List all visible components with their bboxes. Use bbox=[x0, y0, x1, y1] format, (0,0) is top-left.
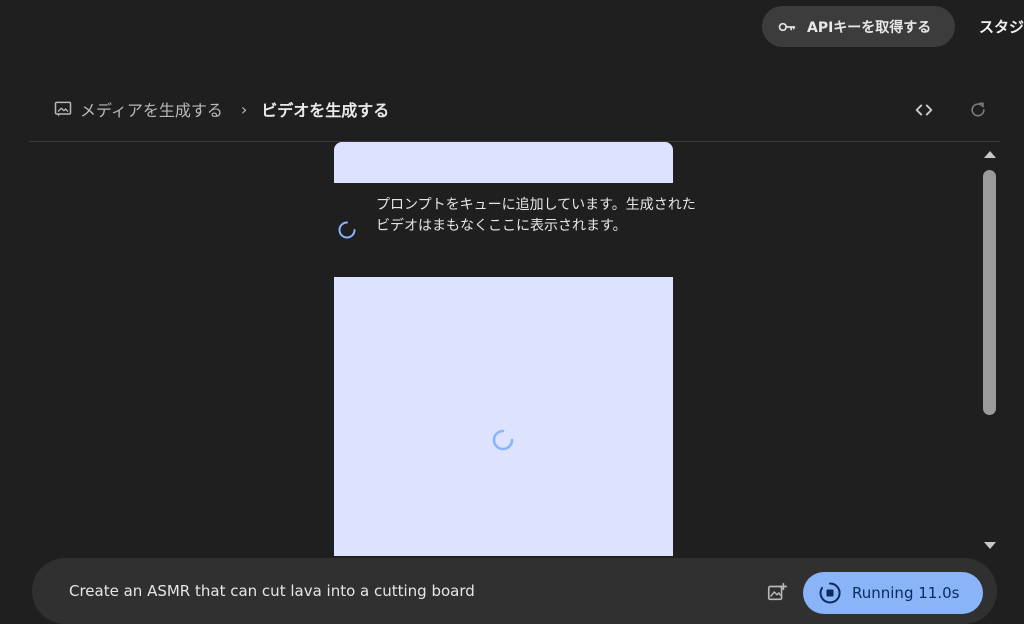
breadcrumb-parent-link[interactable]: メディアを生成する bbox=[80, 97, 223, 121]
scroll-down-arrow-icon[interactable] bbox=[982, 540, 998, 552]
prompt-bar: Create an ASMR that can cut lava into a … bbox=[32, 558, 997, 624]
breadcrumb-separator: › bbox=[240, 99, 248, 119]
add-image-icon bbox=[767, 582, 787, 601]
running-stop-button[interactable]: Running 11.0s bbox=[803, 572, 983, 614]
refresh-icon bbox=[971, 102, 985, 117]
get-api-key-button[interactable]: APIキーを取得する bbox=[762, 6, 955, 47]
key-icon bbox=[777, 17, 797, 37]
running-status-label: Running 11.0s bbox=[852, 584, 960, 602]
get-api-key-label: APIキーを取得する bbox=[807, 19, 932, 36]
studio-link[interactable]: スタジ bbox=[979, 16, 1024, 37]
loading-spinner-icon bbox=[338, 221, 356, 239]
status-message: プロンプトをキューに追加しています。生成されたビデオはまもなくここに表示されます… bbox=[376, 197, 696, 234]
code-icon bbox=[915, 104, 933, 116]
code-button[interactable] bbox=[912, 98, 936, 122]
refresh-button[interactable] bbox=[966, 98, 990, 122]
content-area: プロンプトをキューに追加しています。生成されたビデオはまもなくここに表示されます… bbox=[29, 142, 1000, 556]
image-frame-icon bbox=[53, 99, 73, 119]
status-message-panel: プロンプトをキューに追加しています。生成されたビデオはまもなくここに表示されます… bbox=[334, 183, 696, 277]
stop-icon bbox=[819, 582, 841, 604]
video-preview-panel: プロンプトをキューに追加しています。生成されたビデオはまもなくここに表示されます… bbox=[334, 142, 696, 556]
add-media-button[interactable] bbox=[766, 581, 788, 603]
scrollbar-thumb[interactable] bbox=[983, 170, 996, 415]
prompt-input[interactable]: Create an ASMR that can cut lava into a … bbox=[69, 582, 475, 600]
vertical-scrollbar[interactable] bbox=[980, 148, 1000, 552]
page-title: ビデオを生成する bbox=[261, 101, 390, 120]
header-tools bbox=[912, 98, 990, 122]
breadcrumb: メディアを生成する › ビデオを生成する bbox=[53, 96, 389, 122]
top-bar: APIキーを取得する スタジ bbox=[0, 0, 1024, 56]
scroll-up-arrow-icon[interactable] bbox=[982, 148, 998, 160]
video-loading-spinner-icon bbox=[492, 429, 514, 451]
